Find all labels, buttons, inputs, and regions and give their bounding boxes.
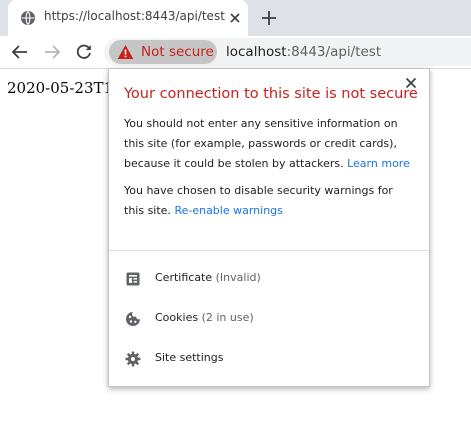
learn-more-link[interactable]: Learn more [347, 157, 410, 170]
not-secure-chip[interactable]: Not secure [109, 40, 217, 64]
menu-item-certificate[interactable]: Certificate (Invalid) [109, 261, 429, 297]
site-info-popup: Your connection to this site is not secu… [108, 68, 430, 387]
reenable-warnings-link[interactable]: Re-enable warnings [174, 204, 282, 217]
cookie-icon [126, 312, 140, 326]
menu-item-site-settings[interactable]: Site settings [109, 341, 429, 377]
not-secure-label: Not secure [141, 44, 214, 60]
certificate-label: Certificate (Invalid) [155, 271, 261, 284]
site-settings-label: Site settings [155, 351, 224, 364]
disabled-warnings-paragraph: You have chosen to disable security warn… [124, 181, 416, 221]
url-path: :8443/api/test [286, 44, 382, 60]
cookies-title: Cookies [155, 311, 199, 324]
gear-icon [125, 351, 141, 367]
menu-item-cookies[interactable]: Cookies (2 in use) [109, 301, 429, 337]
url-host: localhost [226, 44, 287, 60]
reload-icon[interactable] [74, 42, 94, 62]
back-arrow-icon[interactable] [10, 42, 30, 62]
cookies-label: Cookies (2 in use) [155, 311, 254, 324]
warning-triangle-icon [117, 45, 134, 59]
cookies-count: (2 in use) [201, 311, 254, 324]
popup-title: Your connection to this site is not secu… [124, 86, 418, 102]
browser-toolbar: Not secure localhost:8443/api/test [0, 36, 471, 69]
globe-icon [21, 11, 35, 25]
divider [109, 250, 429, 251]
url-text[interactable]: localhost:8443/api/test [226, 44, 381, 60]
close-tab-icon[interactable] [226, 9, 244, 27]
page-body-text: 2020-05-23T11 [7, 79, 123, 97]
omnibox[interactable]: Not secure localhost:8443/api/test [104, 38, 471, 66]
certificate-status: (Invalid) [215, 271, 261, 284]
warning-paragraph: You should not enter any sensitive infor… [124, 114, 416, 174]
certificate-title: Certificate [155, 271, 213, 284]
certificate-icon [126, 272, 140, 286]
forward-arrow-icon[interactable] [42, 42, 62, 62]
browser-tab[interactable]: https://localhost:8443/api/test [8, 0, 248, 36]
new-tab-plus-icon[interactable] [259, 8, 279, 28]
tab-title: https://localhost:8443/api/test [44, 9, 225, 23]
tab-strip: https://localhost:8443/api/test [0, 0, 471, 36]
